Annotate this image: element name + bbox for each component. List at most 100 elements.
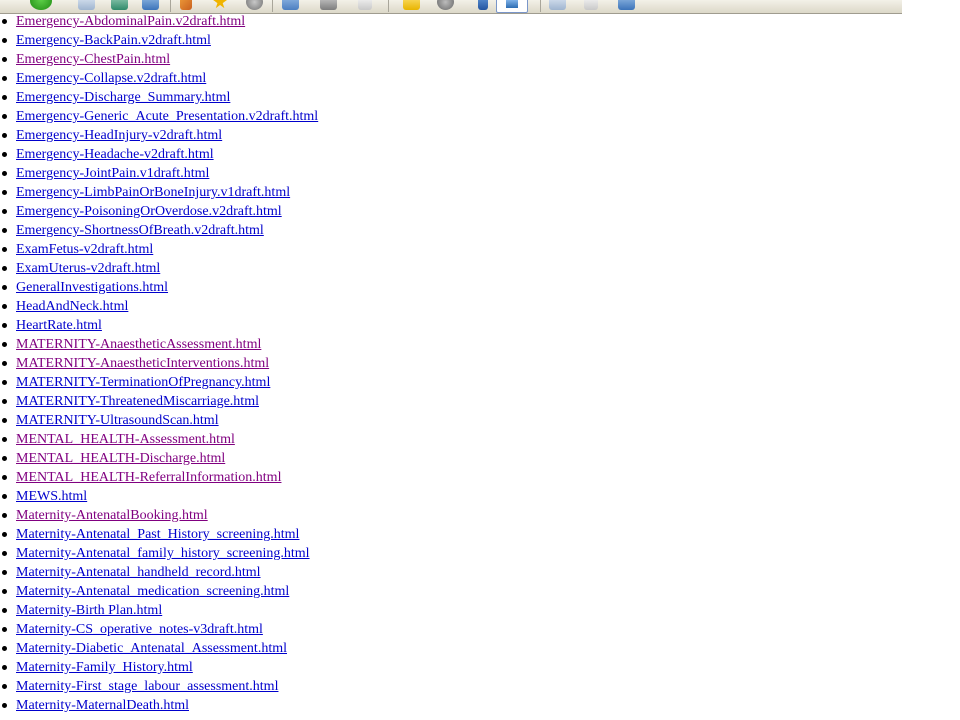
file-link[interactable]: Maternity-Family_History.html: [16, 660, 193, 675]
file-link[interactable]: MENTAL_HEALTH-Discharge.html: [16, 451, 225, 466]
folder-icon[interactable]: [282, 0, 299, 10]
bullet-icon: [2, 532, 7, 537]
list-item: Emergency-PoisoningOrOverdose.v2draft.ht…: [0, 202, 318, 221]
file-link[interactable]: Maternity-Antenatal_handheld_record.html: [16, 565, 261, 580]
list-item: Emergency-Generic_Acute_Presentation.v2d…: [0, 107, 318, 126]
list-item: MATERNITY-AnaestheticAssessment.html: [0, 335, 318, 354]
toolbar-separator: [540, 0, 541, 12]
list-item: MATERNITY-UltrasoundScan.html: [0, 411, 318, 430]
go-green-icon[interactable]: [30, 0, 52, 10]
document-icon[interactable]: [358, 0, 372, 10]
list-item: Maternity-MaternalDeath.html: [0, 696, 318, 715]
bullet-icon: [2, 57, 7, 62]
file-link[interactable]: Emergency-PoisoningOrOverdose.v2draft.ht…: [16, 204, 282, 219]
file-link[interactable]: HeadAndNeck.html: [16, 299, 128, 314]
bullet-icon: [2, 437, 7, 442]
list-item: Emergency-ShortnessOfBreath.v2draft.html: [0, 221, 318, 240]
list-item: MATERNITY-TerminationOfPregnancy.html: [0, 373, 318, 392]
bullet-icon: [2, 475, 7, 480]
pin-icon[interactable]: [478, 0, 488, 10]
copy-icon[interactable]: [142, 0, 159, 10]
list-item: Emergency-Collapse.v2draft.html: [0, 69, 318, 88]
file-link[interactable]: Maternity-Birth Plan.html: [16, 603, 162, 618]
toolbar-separator: [170, 0, 171, 12]
bullet-icon: [2, 323, 7, 328]
list-item: HeadAndNeck.html: [0, 297, 318, 316]
list-item: Maternity-Diabetic_Antenatal_Assessment.…: [0, 639, 318, 658]
globe-icon[interactable]: [437, 0, 454, 10]
bullet-icon: [2, 399, 7, 404]
file-link[interactable]: MENTAL_HEALTH-ReferralInformation.html: [16, 470, 281, 485]
list-item: Maternity-AntenatalBooking.html: [0, 506, 318, 525]
toolbar-blank-area: [902, 0, 960, 13]
bullet-icon: [2, 456, 7, 461]
file-link[interactable]: HeartRate.html: [16, 318, 102, 333]
file-link[interactable]: Maternity-AntenatalBooking.html: [16, 508, 208, 523]
list-item: Maternity-Antenatal_handheld_record.html: [0, 563, 318, 582]
notes-icon[interactable]: [403, 0, 420, 10]
file-link[interactable]: MENTAL_HEALTH-Assessment.html: [16, 432, 235, 447]
file-link[interactable]: MATERNITY-AnaestheticInterventions.html: [16, 356, 269, 371]
file-link[interactable]: Emergency-Discharge_Summary.html: [16, 90, 230, 105]
bullet-icon: [2, 665, 7, 670]
new-page-icon[interactable]: [78, 0, 95, 10]
file-link[interactable]: Emergency-ShortnessOfBreath.v2draft.html: [16, 223, 264, 238]
file-link[interactable]: Emergency-Collapse.v2draft.html: [16, 71, 206, 86]
file-link[interactable]: ExamFetus-v2draft.html: [16, 242, 153, 257]
file-link[interactable]: MATERNITY-UltrasoundScan.html: [16, 413, 219, 428]
file-link[interactable]: Emergency-HeadInjury-v2draft.html: [16, 128, 222, 143]
list-item: MATERNITY-AnaestheticInterventions.html: [0, 354, 318, 373]
file-link[interactable]: Emergency-Generic_Acute_Presentation.v2d…: [16, 109, 318, 124]
toolbar-separator: [272, 0, 273, 12]
file-link[interactable]: Emergency-JointPain.v1draft.html: [16, 166, 209, 181]
file-link[interactable]: MEWS.html: [16, 489, 87, 504]
file-link[interactable]: Maternity-Diabetic_Antenatal_Assessment.…: [16, 641, 287, 656]
file-link[interactable]: Emergency-LimbPainOrBoneInjury.v1draft.h…: [16, 185, 290, 200]
list-item: Maternity-Antenatal_medication_screening…: [0, 582, 318, 601]
file-link[interactable]: MATERNITY-AnaestheticAssessment.html: [16, 337, 261, 352]
file-link[interactable]: Emergency-BackPain.v2draft.html: [16, 33, 211, 48]
file-link[interactable]: MATERNITY-TerminationOfPregnancy.html: [16, 375, 270, 390]
bullet-icon: [2, 361, 7, 366]
list-item: Maternity-CS_operative_notes-v3draft.htm…: [0, 620, 318, 639]
bullet-icon: [2, 76, 7, 81]
bullet-icon: [2, 266, 7, 271]
file-link[interactable]: Emergency-AbdominalPain.v2draft.html: [16, 14, 245, 29]
bullet-icon: [2, 513, 7, 518]
file-link[interactable]: Maternity-Antenatal_family_history_scree…: [16, 546, 310, 561]
file-link[interactable]: MATERNITY-ThreatenedMiscarriage.html: [16, 394, 259, 409]
bullet-icon: [2, 247, 7, 252]
save-icon[interactable]: [111, 0, 128, 10]
bullet-icon: [2, 684, 7, 689]
list-item: Maternity-Antenatal_Past_History_screeni…: [0, 525, 318, 544]
print-icon[interactable]: [320, 0, 337, 10]
file-link[interactable]: Emergency-Headache-v2draft.html: [16, 147, 214, 162]
bullet-icon: [2, 570, 7, 575]
file-link[interactable]: ExamUterus-v2draft.html: [16, 261, 160, 276]
list-item: Maternity-Antenatal_family_history_scree…: [0, 544, 318, 563]
toolbar-separator: [388, 0, 389, 12]
history-icon[interactable]: [246, 0, 263, 10]
file-link[interactable]: Maternity-MaternalDeath.html: [16, 698, 189, 713]
network-icon[interactable]: [618, 0, 635, 10]
list-item: Emergency-BackPain.v2draft.html: [0, 31, 318, 50]
list-item: Emergency-Headache-v2draft.html: [0, 145, 318, 164]
file-link[interactable]: Maternity-CS_operative_notes-v3draft.htm…: [16, 622, 263, 637]
edit-pencil-icon[interactable]: [180, 0, 192, 10]
list-item: MEWS.html: [0, 487, 318, 506]
bullet-icon: [2, 95, 7, 100]
list-item: HeartRate.html: [0, 316, 318, 335]
file-link[interactable]: GeneralInvestigations.html: [16, 280, 168, 295]
active-browser-icon[interactable]: [496, 0, 528, 13]
tools-icon[interactable]: [549, 0, 566, 10]
list-item: Maternity-First_stage_labour_assessment.…: [0, 677, 318, 696]
list-item: MATERNITY-ThreatenedMiscarriage.html: [0, 392, 318, 411]
file-link[interactable]: Maternity-First_stage_labour_assessment.…: [16, 679, 278, 694]
favorites-star-icon[interactable]: ★: [212, 0, 229, 12]
bullet-icon: [2, 608, 7, 613]
window-icon[interactable]: [584, 0, 598, 10]
file-link[interactable]: Maternity-Antenatal_Past_History_screeni…: [16, 527, 299, 542]
file-link[interactable]: Emergency-ChestPain.html: [16, 52, 170, 67]
bullet-icon: [2, 551, 7, 556]
file-link[interactable]: Maternity-Antenatal_medication_screening…: [16, 584, 289, 599]
